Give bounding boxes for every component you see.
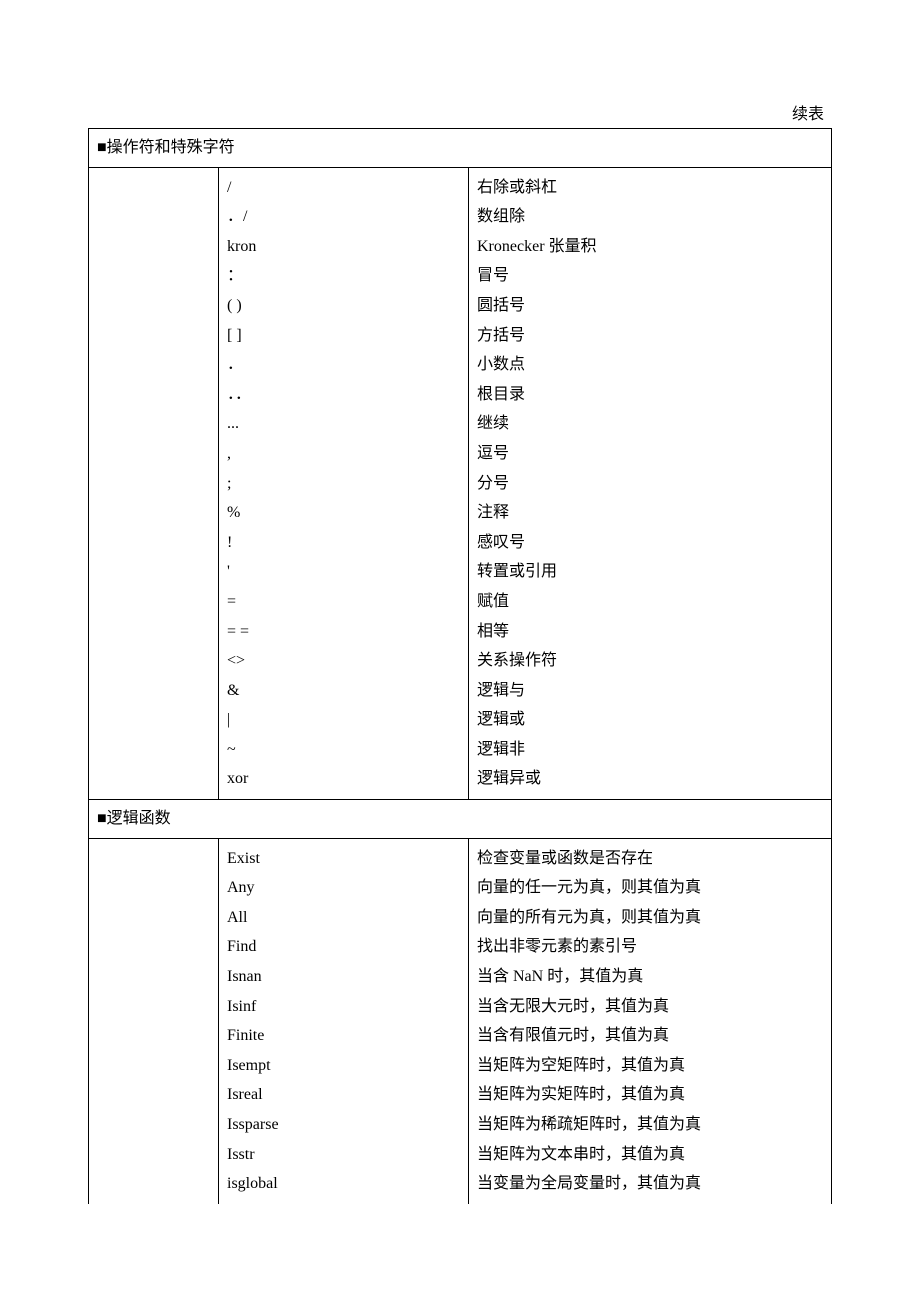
description-text: 当含 NaN 时，其值为真 bbox=[477, 962, 823, 992]
symbol-text: isglobal bbox=[227, 1169, 460, 1199]
description-text: 当矩阵为空矩阵时，其值为真 bbox=[477, 1051, 823, 1081]
description-text: 转置或引用 bbox=[477, 557, 823, 587]
symbol-cell: Exist Any All Find Isnan Isinf Finite Is… bbox=[219, 838, 469, 1204]
symbol-cell: / ．/ kron ： ( ) [ ] ． ．． ... , ; % ! ' =… bbox=[219, 167, 469, 799]
section-title: ■操作符和特殊字符 bbox=[89, 129, 832, 168]
description-text: 当含有限值元时，其值为真 bbox=[477, 1021, 823, 1051]
description-text: 检查变量或函数是否存在 bbox=[477, 844, 823, 874]
symbol-text: ~ bbox=[227, 735, 460, 765]
description-text: 当矩阵为实矩阵时，其值为真 bbox=[477, 1080, 823, 1110]
symbol-text: ．． bbox=[227, 380, 460, 410]
table-row: Exist Any All Find Isnan Isinf Finite Is… bbox=[89, 838, 832, 1204]
description-text: 逻辑或 bbox=[477, 705, 823, 735]
description-text: 圆括号 bbox=[477, 291, 823, 321]
symbol-text: & bbox=[227, 676, 460, 706]
description-text: 根目录 bbox=[477, 380, 823, 410]
description-text: 相等 bbox=[477, 617, 823, 647]
symbol-text: = bbox=[227, 587, 460, 617]
symbol-text: [ ] bbox=[227, 321, 460, 351]
section-header: ■操作符和特殊字符 bbox=[89, 129, 832, 168]
description-text: 逻辑与 bbox=[477, 676, 823, 706]
symbol-text: Issparse bbox=[227, 1110, 460, 1140]
description-text: 当变量为全局变量时，其值为真 bbox=[477, 1169, 823, 1199]
symbol-text: xor bbox=[227, 764, 460, 794]
description-text: 小数点 bbox=[477, 350, 823, 380]
symbol-text: ! bbox=[227, 528, 460, 558]
symbol-text: Isstr bbox=[227, 1140, 460, 1170]
description-text: 找出非零元素的素引号 bbox=[477, 932, 823, 962]
symbol-text: ． bbox=[227, 350, 460, 380]
description-text: 向量的所有元为真，则其值为真 bbox=[477, 903, 823, 933]
description-text: 当矩阵为稀疏矩阵时，其值为真 bbox=[477, 1110, 823, 1140]
symbol-text: <> bbox=[227, 646, 460, 676]
symbol-text: % bbox=[227, 498, 460, 528]
description-text: 感叹号 bbox=[477, 528, 823, 558]
description-text: 继续 bbox=[477, 409, 823, 439]
row-blank bbox=[89, 167, 219, 799]
symbol-text: All bbox=[227, 903, 460, 933]
description-text: 数组除 bbox=[477, 202, 823, 232]
description-text: 方括号 bbox=[477, 321, 823, 351]
description-text: 赋值 bbox=[477, 587, 823, 617]
description-text: Kronecker 张量积 bbox=[477, 232, 823, 262]
description-text: 冒号 bbox=[477, 261, 823, 291]
document-page: 续表 ■操作符和特殊字符 / ．/ kron ： ( ) [ ] ． ．． ..… bbox=[0, 0, 920, 1264]
symbol-text: ： bbox=[227, 261, 460, 291]
description-cell: 右除或斜杠 数组除 Kronecker 张量积 冒号 圆括号 方括号 小数点 根… bbox=[469, 167, 832, 799]
symbol-text: / bbox=[227, 173, 460, 203]
description-text: 注释 bbox=[477, 498, 823, 528]
description-text: 逗号 bbox=[477, 439, 823, 469]
symbol-text: ' bbox=[227, 557, 460, 587]
description-text: 逻辑异或 bbox=[477, 764, 823, 794]
description-text: 当矩阵为文本串时，其值为真 bbox=[477, 1140, 823, 1170]
symbol-text: ( ) bbox=[227, 291, 460, 321]
symbol-text: Isnan bbox=[227, 962, 460, 992]
symbol-text: Isreal bbox=[227, 1080, 460, 1110]
description-text: 关系操作符 bbox=[477, 646, 823, 676]
symbol-text: Exist bbox=[227, 844, 460, 874]
continuation-label: 续表 bbox=[88, 100, 832, 124]
symbol-text: Isinf bbox=[227, 992, 460, 1022]
description-text: 分号 bbox=[477, 469, 823, 499]
description-text: 右除或斜杠 bbox=[477, 173, 823, 203]
description-text: 逻辑非 bbox=[477, 735, 823, 765]
table-row: / ．/ kron ： ( ) [ ] ． ．． ... , ; % ! ' =… bbox=[89, 167, 832, 799]
description-cell: 检查变量或函数是否存在 向量的任一元为真，则其值为真 向量的所有元为真，则其值为… bbox=[469, 838, 832, 1204]
symbol-text: ．/ bbox=[227, 202, 460, 232]
symbol-text: Find bbox=[227, 932, 460, 962]
symbol-text: Any bbox=[227, 873, 460, 903]
symbol-text: ; bbox=[227, 469, 460, 499]
description-text: 向量的任一元为真，则其值为真 bbox=[477, 873, 823, 903]
symbol-text: Finite bbox=[227, 1021, 460, 1051]
symbol-text: kron bbox=[227, 232, 460, 262]
symbol-text: ... bbox=[227, 409, 460, 439]
row-blank bbox=[89, 838, 219, 1204]
description-text: 当含无限大元时，其值为真 bbox=[477, 992, 823, 1022]
section-header: ■逻辑函数 bbox=[89, 800, 832, 839]
section-title: ■逻辑函数 bbox=[89, 800, 832, 839]
symbol-text: = = bbox=[227, 617, 460, 647]
symbol-text: , bbox=[227, 439, 460, 469]
reference-table: ■操作符和特殊字符 / ．/ kron ： ( ) [ ] ． ．． ... ,… bbox=[88, 128, 832, 1204]
symbol-text: | bbox=[227, 705, 460, 735]
symbol-text: Isempt bbox=[227, 1051, 460, 1081]
